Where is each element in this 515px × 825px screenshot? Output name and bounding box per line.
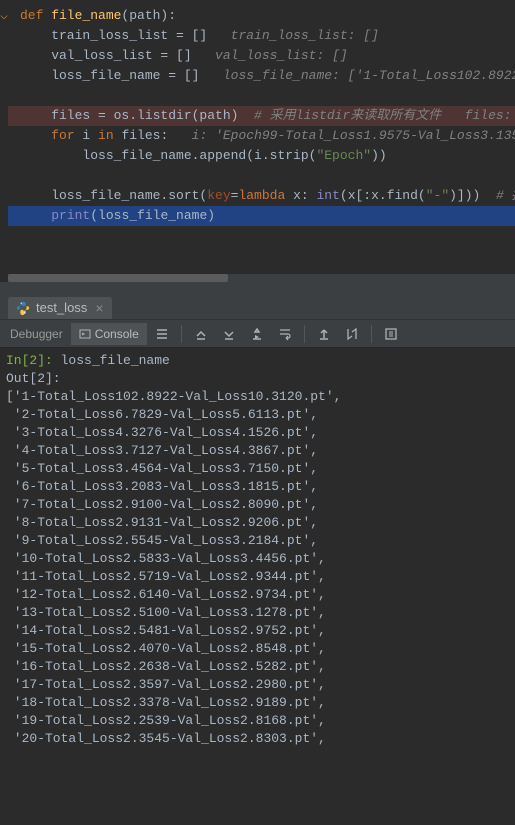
inline-hint: loss_file_name: ['1-Total_Loss102.8922- (223, 68, 515, 83)
indent (20, 128, 51, 143)
list-item: '9-Total_Loss2.5545-Val_Loss3.2184.pt', (6, 532, 509, 550)
code-text: )) (371, 148, 387, 163)
function-name: file_name (43, 8, 121, 23)
list-item: '2-Total_Loss6.7829-Val_Loss5.6113.pt', (6, 406, 509, 424)
pane-separator[interactable] (0, 282, 515, 292)
code-text: x: (285, 188, 316, 203)
keyword-def: def (20, 8, 43, 23)
comment: # 按 (496, 188, 515, 203)
rerun-icon[interactable] (244, 323, 270, 345)
tab-label: test_loss (36, 300, 87, 315)
code-text: )])) (449, 188, 496, 203)
list-item: '13-Total_Loss2.5100-Val_Loss3.1278.pt', (6, 604, 509, 622)
soft-wrap-icon[interactable] (272, 323, 298, 345)
list-item: '18-Total_Loss2.3378-Val_Loss2.9189.pt', (6, 694, 509, 712)
toolbar-separator (371, 325, 372, 343)
code-editor[interactable]: ⌵def file_name(path): train_loss_list = … (0, 0, 515, 282)
diff-icon[interactable] (339, 323, 365, 345)
string-literal: "Epoch" (316, 148, 371, 163)
close-icon[interactable]: × (95, 300, 103, 316)
history-down-icon[interactable] (216, 323, 242, 345)
scrollbar-thumb[interactable] (8, 274, 228, 282)
debugger-tab[interactable]: Debugger (4, 325, 69, 343)
show-variables-icon[interactable] (149, 323, 175, 345)
code-text: (loss_file_name) (90, 208, 215, 223)
comment: # 采用listdir来读取所有文件 files: [ (254, 108, 515, 123)
list-item: '6-Total_Loss3.2083-Val_Loss3.1815.pt', (6, 478, 509, 496)
console-output[interactable]: In[2]: loss_file_name Out[2]: ['1-Total_… (0, 348, 515, 825)
console-tab[interactable]: Console (71, 323, 147, 345)
console-icon (79, 328, 91, 340)
code-text: files = os.listdir(path) (20, 108, 254, 123)
editor-hscrollbar[interactable] (8, 274, 515, 282)
in-prompt: In[2]: (6, 353, 53, 368)
toolbar-separator (304, 325, 305, 343)
code-text: train_loss_list = [] (20, 28, 231, 43)
keyword-for: for (51, 128, 74, 143)
indent (20, 208, 51, 223)
string-literal: "-" (426, 188, 449, 203)
code-text: loss_file_name = [] (20, 68, 223, 83)
toolbar-separator (181, 325, 182, 343)
list-item: ['1-Total_Loss102.8922-Val_Loss10.3120.p… (6, 388, 509, 406)
new-console-icon[interactable] (378, 323, 404, 345)
list-item: '19-Total_Loss2.2539-Val_Loss2.8168.pt', (6, 712, 509, 730)
list-item: '15-Total_Loss2.4070-Val_Loss2.8548.pt', (6, 640, 509, 658)
code-text: i (75, 128, 98, 143)
kwarg-key: key (207, 188, 230, 203)
params: (path): (121, 8, 176, 23)
inline-hint: i: 'Epoch99-Total_Loss1.9575-Val_Loss3.1… (192, 128, 515, 143)
list-item: '14-Total_Loss2.5481-Val_Loss2.9752.pt', (6, 622, 509, 640)
inline-hint: train_loss_list: [] (231, 28, 379, 43)
upload-icon[interactable] (311, 323, 337, 345)
code-text: loss_file_name.sort( (20, 188, 207, 203)
keyword-lambda: lambda (238, 188, 285, 203)
list-item: '17-Total_Loss2.3597-Val_Loss2.2980.pt', (6, 676, 509, 694)
code-text: files: (114, 128, 192, 143)
list-item: '4-Total_Loss3.7127-Val_Loss4.3867.pt', (6, 442, 509, 460)
in-expression: loss_file_name (53, 353, 170, 368)
console-tab-label: Console (95, 327, 139, 341)
list-item: '20-Total_Loss2.3545-Val_Loss2.8303.pt', (6, 730, 509, 748)
list-item: '10-Total_Loss2.5833-Val_Loss3.4456.pt', (6, 550, 509, 568)
builtin-print: print (51, 208, 90, 223)
list-item: '5-Total_Loss3.4564-Val_Loss3.7150.pt', (6, 460, 509, 478)
code-text: (x[:x.find( (340, 188, 426, 203)
list-item: '8-Total_Loss2.9131-Val_Loss2.9206.pt', (6, 514, 509, 532)
list-item: '11-Total_Loss2.5719-Val_Loss2.9344.pt', (6, 568, 509, 586)
keyword-in: in (98, 128, 114, 143)
debug-toolbar: Debugger Console (0, 320, 515, 348)
list-item: '3-Total_Loss4.3276-Val_Loss4.1526.pt', (6, 424, 509, 442)
tab-test-loss[interactable]: test_loss × (8, 297, 112, 319)
out-prompt: Out[2]: (6, 371, 61, 386)
list-item: '16-Total_Loss2.2638-Val_Loss2.5282.pt', (6, 658, 509, 676)
list-item: '12-Total_Loss2.6140-Val_Loss2.9734.pt', (6, 586, 509, 604)
list-item: '7-Total_Loss2.9100-Val_Loss2.8090.pt', (6, 496, 509, 514)
code-text: val_loss_list = [] (20, 48, 215, 63)
history-up-icon[interactable] (188, 323, 214, 345)
inline-hint: val_loss_list: [] (215, 48, 348, 63)
builtin-int: int (316, 188, 339, 203)
python-file-icon (16, 301, 30, 315)
code-text: loss_file_name.append(i.strip( (20, 148, 316, 163)
file-tab-bar: test_loss × (0, 292, 515, 320)
